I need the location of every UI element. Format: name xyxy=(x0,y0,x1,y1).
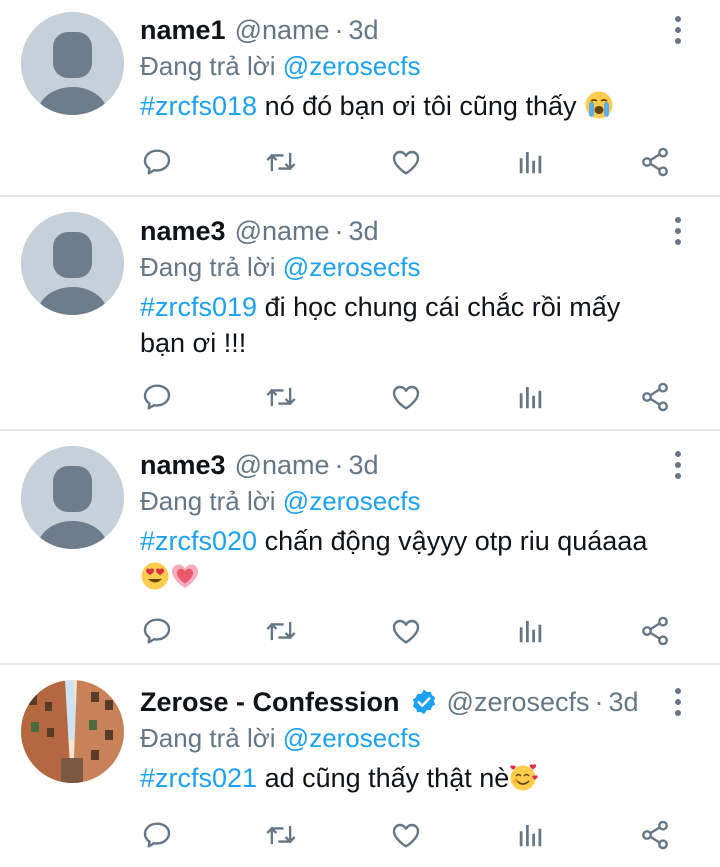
analytics-icon[interactable] xyxy=(511,377,551,417)
timestamp[interactable]: 3d xyxy=(349,450,379,481)
tweet[interactable]: name3 @name · 3d Đang trả lời @zerosecfs… xyxy=(0,431,720,663)
smiling-face-with-hearts-emoji xyxy=(510,764,538,791)
more-options-icon[interactable] xyxy=(666,684,690,720)
share-icon[interactable] xyxy=(635,142,675,182)
hashtag-link[interactable]: #zrcfs021 xyxy=(140,763,257,793)
tweet-body: nó đó bạn ơi tôi cũng thấy xyxy=(257,91,584,121)
reply-prefix: Đang trả lời xyxy=(140,252,276,282)
display-name[interactable]: name3 xyxy=(140,450,226,481)
share-icon[interactable] xyxy=(635,377,675,417)
hashtag-link[interactable]: #zrcfs018 xyxy=(140,91,257,121)
reply-context: Đang trả lời @zerosecfs xyxy=(140,720,700,756)
separator: · xyxy=(334,215,344,246)
more-options-icon[interactable] xyxy=(666,12,690,48)
reply-prefix: Đang trả lời xyxy=(140,51,276,81)
tweet[interactable]: name3 @name · 3d Đang trả lời @zerosecfs… xyxy=(0,197,720,429)
tweet-text: #zrcfs018 nó đó bạn ơi tôi cũng thấy xyxy=(140,88,700,124)
reply-mention-link[interactable]: @zerosecfs xyxy=(283,486,421,516)
analytics-icon[interactable] xyxy=(511,142,551,182)
avatar[interactable] xyxy=(21,446,124,549)
reply-mention-link[interactable]: @zerosecfs xyxy=(283,252,421,282)
reply-context: Đang trả lời @zerosecfs xyxy=(140,48,700,84)
analytics-icon[interactable] xyxy=(511,815,551,855)
reply-prefix: Đang trả lời xyxy=(140,486,276,516)
timestamp[interactable]: 3d xyxy=(609,687,639,718)
loudly-crying-face-emoji xyxy=(585,91,613,119)
display-name[interactable]: name1 xyxy=(140,15,226,46)
tweet-text: #zrcfs020 chấn động vậyyy otp riu quáaaa xyxy=(140,523,680,595)
user-handle[interactable]: @name xyxy=(235,216,330,247)
tweet-body: ad cũng thấy thật nè xyxy=(257,763,510,793)
timestamp[interactable]: 3d xyxy=(349,15,379,46)
more-options-icon[interactable] xyxy=(666,447,690,483)
user-handle[interactable]: @name xyxy=(235,15,330,46)
avatar[interactable] xyxy=(21,12,124,115)
growing-heart-emoji xyxy=(172,564,198,588)
tweet[interactable]: name1 @name · 3d Đang trả lời @zerosecfs… xyxy=(0,0,720,195)
default-avatar-icon xyxy=(21,12,124,115)
separator: · xyxy=(334,14,344,45)
like-icon[interactable] xyxy=(386,611,426,651)
reply-icon[interactable] xyxy=(137,611,177,651)
hashtag-link[interactable]: #zrcfs019 xyxy=(140,292,257,322)
heart-eyes-emoji xyxy=(141,562,169,590)
retweet-icon[interactable] xyxy=(261,142,301,182)
separator: · xyxy=(594,686,604,717)
analytics-icon[interactable] xyxy=(511,611,551,651)
reply-context: Đang trả lời @zerosecfs xyxy=(140,249,700,285)
timestamp[interactable]: 3d xyxy=(349,216,379,247)
default-avatar-icon xyxy=(21,446,124,549)
tweet-text: #zrcfs021 ad cũng thấy thật nè xyxy=(140,760,700,796)
reply-icon[interactable] xyxy=(137,815,177,855)
user-handle[interactable]: @name xyxy=(235,450,330,481)
reply-icon[interactable] xyxy=(137,142,177,182)
reply-mention-link[interactable]: @zerosecfs xyxy=(283,51,421,81)
street-photo-avatar xyxy=(21,680,124,783)
avatar[interactable] xyxy=(21,212,124,315)
retweet-icon[interactable] xyxy=(261,815,301,855)
like-icon[interactable] xyxy=(386,377,426,417)
reply-icon[interactable] xyxy=(137,377,177,417)
like-icon[interactable] xyxy=(386,142,426,182)
retweet-icon[interactable] xyxy=(261,611,301,651)
like-icon[interactable] xyxy=(386,815,426,855)
hashtag-link[interactable]: #zrcfs020 xyxy=(140,526,257,556)
reply-mention-link[interactable]: @zerosecfs xyxy=(283,723,421,753)
separator: · xyxy=(334,449,344,480)
display-name[interactable]: name3 xyxy=(140,216,226,247)
tweet-text: #zrcfs019 đi học chung cái chắc rồi mấy … xyxy=(140,289,660,361)
avatar[interactable] xyxy=(21,680,124,783)
reply-context: Đang trả lời @zerosecfs xyxy=(140,483,700,519)
retweet-icon[interactable] xyxy=(261,377,301,417)
display-name[interactable]: Zerose - Confession xyxy=(140,687,400,718)
verified-badge-icon xyxy=(412,689,435,715)
user-handle[interactable]: @zerosecfs xyxy=(447,687,590,718)
reply-prefix: Đang trả lời xyxy=(140,723,276,753)
default-avatar-icon xyxy=(21,212,124,315)
share-icon[interactable] xyxy=(635,611,675,651)
more-options-icon[interactable] xyxy=(666,213,690,249)
share-icon[interactable] xyxy=(635,815,675,855)
tweet[interactable]: Zerose - Confession @zerosecfs · 3d Đang… xyxy=(0,665,720,867)
tweet-body: chấn động vậyyy otp riu quáaaa xyxy=(257,526,648,556)
